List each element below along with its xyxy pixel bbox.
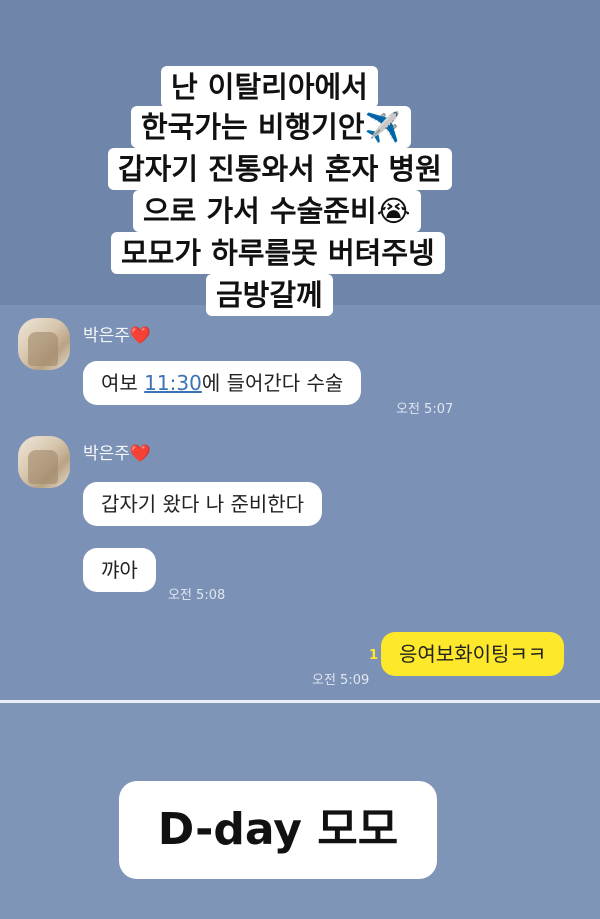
heart-icon: ❤️ <box>129 444 152 464</box>
caption-line-1: 난 이탈리아에서 <box>161 66 378 108</box>
sender-name: 박은주❤️ <box>83 326 152 346</box>
message-timestamp: 오전 5:07 <box>396 402 454 417</box>
time-link[interactable]: 11:30 <box>144 371 202 395</box>
caption-line-3: 갑자기 진통와서 혼자 병원 <box>108 148 452 190</box>
message-timestamp: 오전 5:08 <box>168 588 226 603</box>
dday-label: D-day 모모 <box>119 781 437 879</box>
caption-line-4: 으로 가서 수술준비😭 <box>133 190 421 232</box>
sender-name: 박은주❤️ <box>83 444 152 464</box>
message-bubble-incoming[interactable]: 꺄아 <box>83 548 156 592</box>
sender-avatar[interactable] <box>18 436 70 488</box>
heart-icon: ❤️ <box>129 326 152 346</box>
message-bubble-incoming[interactable]: 갑자기 왔다 나 준비한다 <box>83 482 323 526</box>
message-bubble-incoming[interactable]: 여보 11:30에 들어간다 수술 <box>83 361 362 405</box>
sender-avatar[interactable] <box>18 318 70 370</box>
caption-line-2: 한국가는 비행기안✈️ <box>131 106 411 148</box>
message-timestamp: 오전 5:09 <box>312 673 370 688</box>
message-bubble-outgoing[interactable]: 응여보화이팅ㅋㅋ <box>381 632 565 676</box>
read-count-badge: 1 <box>369 648 379 663</box>
caption-line-5: 모모가 하루를못 버텨주넹 <box>111 232 445 274</box>
caption-line-6: 금방갈께 <box>206 274 333 316</box>
